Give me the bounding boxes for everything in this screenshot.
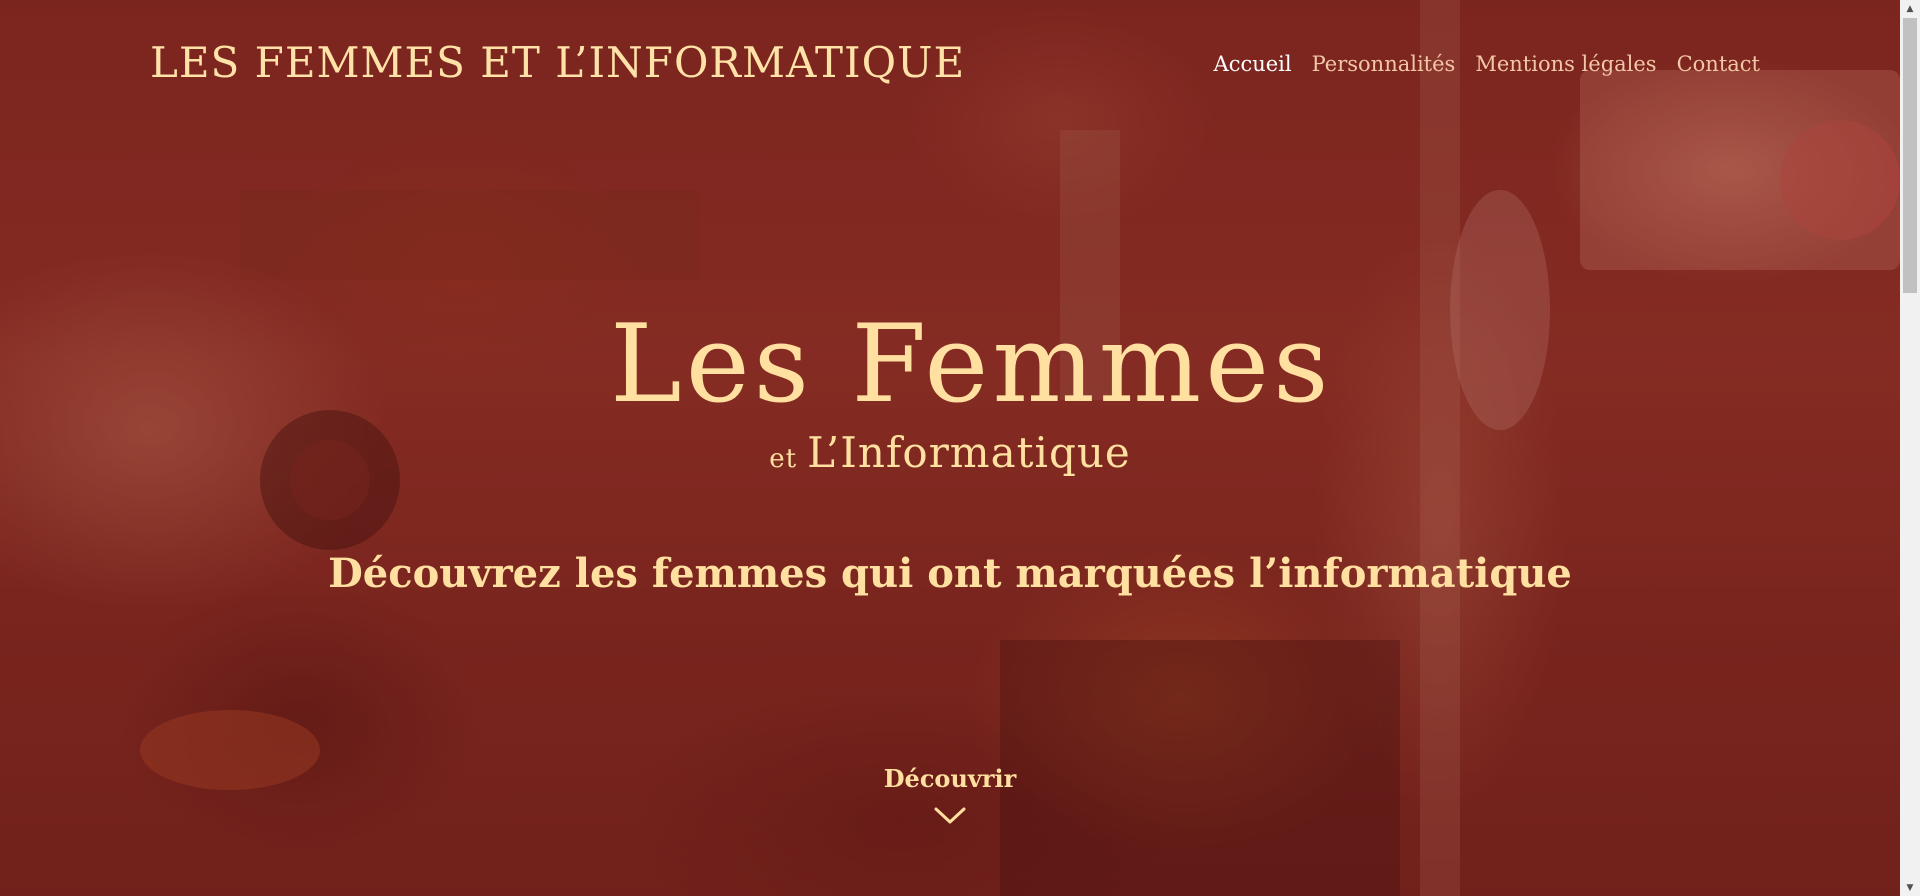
chevron-down-icon: [934, 807, 966, 829]
discover-button[interactable]: Découvrir: [0, 764, 1900, 829]
vertical-scrollbar[interactable]: ▲ ▼: [1900, 0, 1920, 896]
hero-logo-et: et: [769, 444, 798, 474]
scrollbar-thumb[interactable]: [1903, 18, 1917, 293]
hero-logo-line1: Les Femmes: [610, 302, 1333, 427]
nav-item-accueil[interactable]: Accueil: [1214, 52, 1292, 76]
discover-label: Découvrir: [883, 764, 1017, 793]
page: Les Femmes et L’Informatique Accueil Per…: [0, 0, 1900, 896]
hero-logo-line2: L’Informatique: [807, 428, 1131, 477]
nav-item-personnalites[interactable]: Personnalités: [1312, 52, 1456, 76]
site-logo[interactable]: Les Femmes et L’Informatique: [150, 38, 965, 87]
hero-logo-line2-wrapper: et L’Informatique: [610, 428, 1290, 477]
scroll-down-arrow-icon[interactable]: ▼: [1900, 879, 1920, 896]
scroll-up-arrow-icon[interactable]: ▲: [1900, 0, 1920, 17]
nav-item-contact[interactable]: Contact: [1677, 52, 1760, 76]
hero-logo: Les Femmes et L’Informatique: [610, 302, 1333, 490]
main-nav: Accueil Personnalités Mentions légales C…: [1214, 52, 1760, 76]
hero-tagline: Découvrez les femmes qui ont marquées l’…: [328, 550, 1572, 597]
nav-item-mentions-legales[interactable]: Mentions légales: [1475, 52, 1656, 76]
